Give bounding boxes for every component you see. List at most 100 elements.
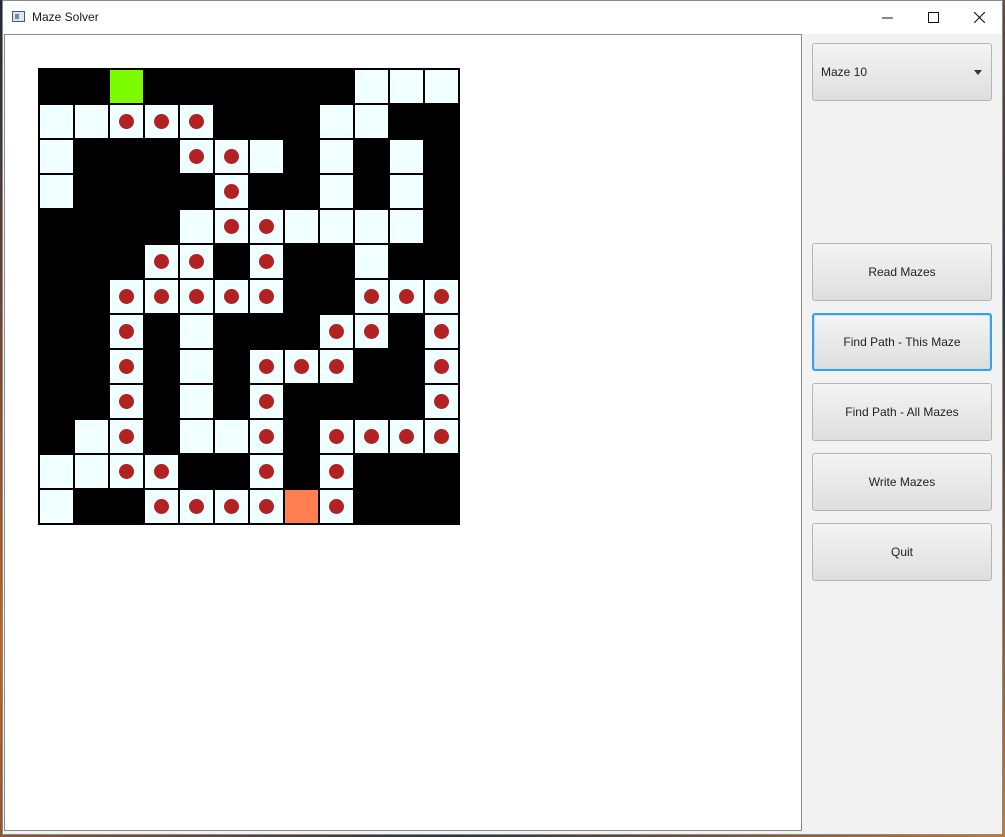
maze-grid (38, 68, 460, 525)
maze-path-cell (354, 419, 389, 454)
path-dot (399, 289, 414, 304)
maze-open-cell (354, 209, 389, 244)
path-dot (119, 394, 134, 409)
maze-path-cell (319, 314, 354, 349)
maze-open-cell (214, 419, 249, 454)
maze-path-cell (389, 419, 424, 454)
maze-open-cell (179, 314, 214, 349)
maze-path-cell (109, 349, 144, 384)
maze-path-cell (214, 209, 249, 244)
maze-path-cell (284, 349, 319, 384)
path-dot (119, 289, 134, 304)
maze-path-cell (249, 244, 284, 279)
maze-path-cell (109, 104, 144, 139)
maximize-icon (927, 12, 939, 23)
path-dot (189, 114, 204, 129)
maze-path-cell (179, 139, 214, 174)
path-dot (364, 429, 379, 444)
maze-select-value: Maze 10 (821, 65, 868, 79)
path-dot (189, 254, 204, 269)
maze-open-cell (354, 244, 389, 279)
maze-open-cell (389, 209, 424, 244)
find-path-this-maze-button[interactable]: Find Path - This Maze (812, 313, 992, 371)
path-dot (119, 429, 134, 444)
maze-path-cell (424, 384, 459, 419)
path-dot (154, 114, 169, 129)
quit-button[interactable]: Quit (812, 523, 992, 581)
path-dot (259, 464, 274, 479)
path-dot (434, 324, 449, 339)
read-mazes-button[interactable]: Read Mazes (812, 243, 992, 301)
maze-path-cell (144, 244, 179, 279)
maze-start-cell (109, 69, 144, 104)
maze-path-cell (354, 279, 389, 314)
maximize-button[interactable] (910, 1, 956, 34)
path-dot (329, 324, 344, 339)
close-button[interactable] (956, 1, 1002, 34)
maze-open-cell (179, 419, 214, 454)
write-mazes-button[interactable]: Write Mazes (812, 453, 992, 511)
maze-path-cell (144, 454, 179, 489)
path-dot (329, 359, 344, 374)
maze-path-cell (249, 489, 284, 524)
maze-path-cell (424, 349, 459, 384)
path-dot (259, 254, 274, 269)
maze-open-cell (354, 104, 389, 139)
path-dot (119, 324, 134, 339)
maze-open-cell (319, 104, 354, 139)
path-dot (224, 184, 239, 199)
maze-path-cell (319, 489, 354, 524)
maze-path-cell (424, 419, 459, 454)
maze-open-cell (249, 139, 284, 174)
maze-open-cell (179, 209, 214, 244)
maze-path-cell (214, 139, 249, 174)
maze-end-cell (284, 489, 319, 524)
path-dot (364, 289, 379, 304)
path-dot (224, 149, 239, 164)
path-dot (189, 499, 204, 514)
window-title: Maze Solver (32, 10, 99, 24)
maze-path-cell (249, 349, 284, 384)
maze-path-cell (389, 279, 424, 314)
path-dot (364, 324, 379, 339)
close-icon (973, 12, 985, 23)
maze-path-cell (214, 489, 249, 524)
path-dot (259, 394, 274, 409)
maze-open-cell (179, 349, 214, 384)
maze-path-cell (249, 384, 284, 419)
path-dot (119, 359, 134, 374)
title-bar[interactable]: Maze Solver (3, 1, 1002, 34)
path-dot (189, 149, 204, 164)
path-dot (119, 114, 134, 129)
maze-path-cell (249, 454, 284, 489)
path-dot (434, 394, 449, 409)
path-dot (329, 464, 344, 479)
maze-path-cell (214, 279, 249, 314)
path-dot (294, 359, 309, 374)
maze-open-cell (39, 139, 74, 174)
maze-select-dropdown[interactable]: Maze 10 (812, 43, 992, 101)
path-dot (224, 289, 239, 304)
path-dot (329, 499, 344, 514)
maze-open-cell (179, 384, 214, 419)
maze-canvas-panel (4, 34, 802, 831)
minimize-button[interactable] (864, 1, 910, 34)
maze-path-cell (109, 384, 144, 419)
maze-path-cell (214, 174, 249, 209)
app-window: Maze Solver Maze 10 Read Mazes Find Path… (2, 0, 1003, 835)
maze-open-cell (39, 489, 74, 524)
chevron-down-icon (974, 70, 982, 75)
maze-open-cell (354, 69, 389, 104)
app-icon (12, 11, 25, 22)
path-dot (259, 499, 274, 514)
path-dot (259, 219, 274, 234)
maze-path-cell (354, 314, 389, 349)
path-dot (399, 429, 414, 444)
path-dot (434, 359, 449, 374)
path-dot (154, 254, 169, 269)
maze-open-cell (389, 139, 424, 174)
path-dot (119, 464, 134, 479)
maze-open-cell (389, 174, 424, 209)
maze-open-cell (74, 419, 109, 454)
find-path-all-mazes-button[interactable]: Find Path - All Mazes (812, 383, 992, 441)
